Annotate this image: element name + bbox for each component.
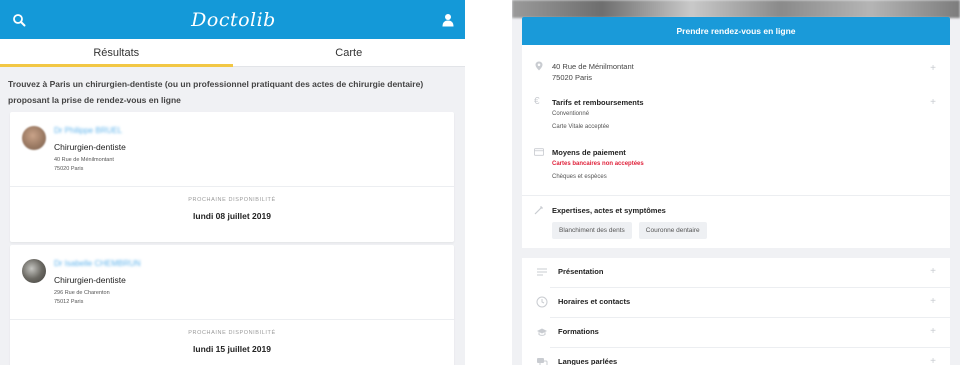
result-card[interactable]: Dr Isabelle CHEMBRUN Chirurgien-dentiste…	[10, 245, 454, 365]
expertise-chips: Blanchiment des dents Couronne dentaire	[552, 222, 930, 239]
book-appointment-button[interactable]: Prendre rendez-vous en ligne	[522, 17, 950, 45]
section-label: Présentation	[558, 267, 604, 276]
doctor-name[interactable]: Dr Isabelle CHEMBRUN	[54, 259, 141, 269]
availability-date[interactable]: lundi 15 juillet 2019	[10, 344, 454, 354]
doctor-address-line2: 75012 Paris	[54, 299, 84, 305]
expand-plus-icon[interactable]: +	[930, 97, 936, 108]
section-label: Horaires et contacts	[558, 297, 631, 306]
expertises-title: Expertises, actes et symptômes	[552, 206, 666, 215]
app-logo[interactable]: Doctolib	[191, 9, 276, 31]
avatar	[22, 126, 46, 150]
expand-plus-icon[interactable]: +	[930, 356, 936, 365]
expand-plus-icon[interactable]: +	[930, 63, 936, 74]
location-pin-icon	[535, 61, 543, 71]
section-label: Formations	[558, 327, 599, 336]
profile-sections: Présentation + Horaires et contacts + Fo…	[522, 258, 950, 365]
chip-blanchiment[interactable]: Blanchiment des dents	[552, 222, 632, 239]
section-formations[interactable]: Formations +	[522, 318, 950, 348]
result-card[interactable]: Dr Philippe BRUEL Chirurgien-dentiste 40…	[10, 112, 454, 242]
paiement-title: Moyens de paiement	[552, 148, 626, 157]
tooth-tool-icon	[534, 206, 543, 215]
address-line1: 40 Rue de Ménilmontant	[552, 62, 634, 71]
euro-icon: €	[534, 96, 540, 107]
tab-resultats[interactable]: Résultats	[0, 39, 233, 67]
doctor-summary: Dr Isabelle CHEMBRUN Chirurgien-dentiste…	[10, 245, 454, 319]
doctor-name[interactable]: Dr Philippe BRUEL	[54, 126, 126, 136]
doctor-address-line1: 296 Rue de Charenton	[54, 290, 110, 296]
expand-plus-icon[interactable]: +	[930, 326, 936, 337]
avatar	[22, 259, 46, 283]
tarifs-carte-vitale: Carte Vitale acceptée	[552, 124, 610, 130]
top-bar: Doctolib	[0, 0, 465, 39]
availability-date[interactable]: lundi 08 juillet 2019	[10, 211, 454, 221]
section-presentation[interactable]: Présentation +	[522, 258, 950, 288]
address-line2: 75020 Paris	[552, 73, 593, 82]
practice-info-card: 40 Rue de Ménilmontant 75020 Paris + € T…	[522, 45, 950, 248]
doctor-address-line1: 40 Rue de Ménilmontant	[54, 157, 114, 163]
section-label: Langues parlées	[558, 357, 618, 365]
text-icon	[537, 268, 547, 276]
availability-label: PROCHAINE DISPONIBILITÉ	[188, 330, 276, 336]
search-icon[interactable]	[12, 13, 26, 27]
section-horaires[interactable]: Horaires et contacts +	[522, 288, 950, 318]
clock-icon	[536, 296, 548, 308]
doctor-specialty: Chirurgien-dentiste	[54, 275, 126, 285]
expand-plus-icon[interactable]: +	[930, 296, 936, 307]
tab-carte[interactable]: Carte	[233, 39, 466, 66]
availability-block[interactable]: PROCHAINE DISPONIBILITÉ lundi 15 juillet…	[10, 319, 454, 365]
tarifs-title: Tarifs et remboursements	[552, 98, 644, 107]
paiement-warning: Cartes bancaires non acceptées	[552, 161, 644, 167]
paiement-methods: Chèques et espèces	[552, 174, 607, 180]
expand-plus-icon[interactable]: +	[930, 266, 936, 277]
doctor-address-line2: 75020 Paris	[54, 166, 84, 172]
section-langues[interactable]: Langues parlées +	[522, 348, 950, 365]
graduation-icon	[537, 328, 547, 336]
chip-couronne[interactable]: Couronne dentaire	[638, 222, 707, 239]
doctor-specialty: Chirurgien-dentiste	[54, 142, 126, 152]
cover-photo	[512, 0, 960, 18]
results-tabs: Résultats Carte	[0, 39, 465, 67]
profile-panel: Prendre rendez-vous en ligne 40 Rue de M…	[512, 0, 960, 365]
user-icon[interactable]	[441, 13, 455, 27]
divider	[522, 195, 950, 196]
search-intro-text: Trouvez à Paris un chirurgien-dentiste (…	[8, 79, 424, 105]
doctor-summary: Dr Philippe BRUEL Chirurgien-dentiste 40…	[10, 112, 454, 186]
chat-icon	[537, 358, 548, 365]
availability-block[interactable]: PROCHAINE DISPONIBILITÉ lundi 08 juillet…	[10, 186, 454, 242]
results-panel: Doctolib Résultats Carte Trouvez à Paris…	[0, 0, 465, 365]
screenshot-root: Doctolib Résultats Carte Trouvez à Paris…	[0, 0, 960, 365]
availability-label: PROCHAINE DISPONIBILITÉ	[188, 197, 276, 203]
tarifs-conventionne: Conventionné	[552, 111, 590, 117]
credit-card-icon	[534, 148, 544, 156]
